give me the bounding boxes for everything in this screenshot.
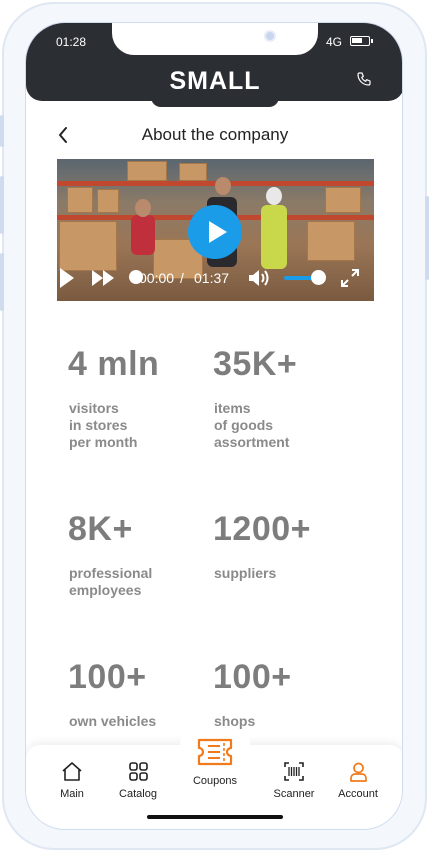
box [127,161,167,181]
tab-main-label: Main [60,788,84,800]
user-icon [349,762,367,782]
worker-head [266,187,282,205]
worker-head [135,199,151,217]
tab-scanner-label: Scanner [273,788,315,800]
tab-coupons[interactable]: Coupons [184,737,246,787]
camera-icon [264,30,276,42]
video-duration: 01:37 [194,270,230,286]
stat-value: 8K+ [68,510,133,548]
box [59,221,117,271]
phone-icon[interactable] [356,71,372,87]
stat-label: suppliers [214,565,277,581]
tab-account[interactable]: Account [330,761,386,800]
home-icon [62,762,82,781]
box [307,221,355,261]
stat-value: 35K+ [213,345,298,383]
grid-icon [128,762,148,781]
stat-label: own vehicles [69,713,157,729]
stat-value: 100+ [68,658,147,696]
video-player[interactable]: 00:00 / 01:37 [57,159,374,301]
box [179,163,207,181]
coupon-icon [197,738,233,766]
stat-value: 100+ [213,658,292,696]
tab-catalog-label: Catalog [119,788,157,800]
notch [112,23,318,55]
barcode-scanner-icon [284,762,304,781]
status-time: 01:28 [56,35,87,49]
brand-logo[interactable]: SMALL [26,67,402,96]
screen: 01:28 4G SMALL About the company 00:00 /… [25,22,403,830]
stat-label: visitors in stores per month [69,400,138,450]
tab-scanner[interactable]: Scanner [266,761,322,800]
home-indicator[interactable] [147,815,283,819]
worker [261,205,287,269]
volume-handle[interactable] [311,270,326,285]
device-side-button [0,253,4,311]
worker [131,215,155,255]
device-side-button [425,196,429,280]
battery-icon [350,36,373,46]
tab-coupons-label: Coupons [192,775,238,787]
stat-label: items of goods assortment [214,400,290,450]
device-side-button [0,115,4,147]
stat-value: 4 mln [68,345,160,383]
stat-label: professional employees [69,565,153,598]
box [97,189,119,213]
volume-icon[interactable] [248,269,272,287]
stat-value: 1200+ [213,510,311,548]
fullscreen-icon[interactable] [341,269,359,287]
video-time-separator: / [180,270,184,286]
tab-account-label: Account [338,788,378,800]
status-network: 4G [326,35,343,49]
fast-forward-icon[interactable] [91,267,115,289]
box [67,187,93,213]
worker-head [215,177,231,195]
page-title: About the company [141,125,289,144]
brand-tab [151,95,279,107]
app-header: 01:28 4G SMALL [26,23,402,101]
tab-main[interactable]: Main [46,761,98,800]
box [325,187,361,213]
play-overlay-button[interactable] [188,205,242,259]
play-icon[interactable] [59,267,75,289]
tab-catalog[interactable]: Catalog [110,761,166,800]
video-current-time: 00:00 [139,270,175,286]
device-side-button [0,176,4,234]
